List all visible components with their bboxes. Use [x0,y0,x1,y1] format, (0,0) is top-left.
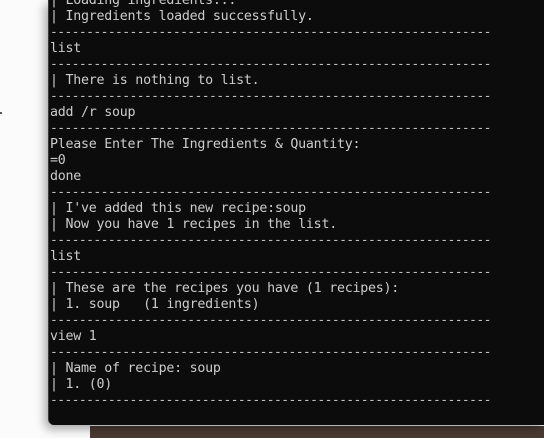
terminal-line: | Name of recipe: soup [50,361,221,376]
background-window-edge [90,426,544,438]
divider-line: ----------------------------------------… [50,233,491,248]
terminal-line: list [50,41,82,56]
terminal-line: Please Enter The Ingredients & Quantity: [50,137,361,152]
terminal-output[interactable]: | Loading ingredients... | Ingredients lo… [50,0,491,409]
divider-line: ----------------------------------------… [50,185,491,200]
terminal-line: add /r soup [50,105,136,120]
terminal-line: | Now you have 1 recipes in the list. [50,217,337,232]
terminal-line: | Loading ingredients... [50,0,237,8]
terminal-line: view 1 [50,329,97,344]
terminal-window[interactable]: | Loading ingredients... | Ingredients lo… [48,0,544,425]
terminal-line: | 1. soup (1 ingredients) [50,297,260,312]
terminal-line: | These are the recipes you have (1 reci… [50,281,399,296]
terminal-line: | I've added this new recipe:soup [50,201,306,216]
terminal-line: | There is nothing to list. [50,73,260,88]
divider-line: ----------------------------------------… [50,313,491,328]
terminal-line: done [50,169,82,184]
divider-line: ----------------------------------------… [50,393,491,408]
terminal-line: | Ingredients loaded successfully. [50,9,314,24]
terminal-line: | 1. (0) [50,377,113,392]
divider-line: ----------------------------------------… [50,345,491,360]
divider-line: ----------------------------------------… [50,25,491,40]
terminal-line: =0 [50,153,66,168]
terminal-line: list [50,249,82,264]
desktop-speck [0,112,2,114]
divider-line: ----------------------------------------… [50,265,491,280]
divider-line: ----------------------------------------… [50,121,491,136]
divider-line: ----------------------------------------… [50,89,491,104]
divider-line: ----------------------------------------… [50,57,491,72]
